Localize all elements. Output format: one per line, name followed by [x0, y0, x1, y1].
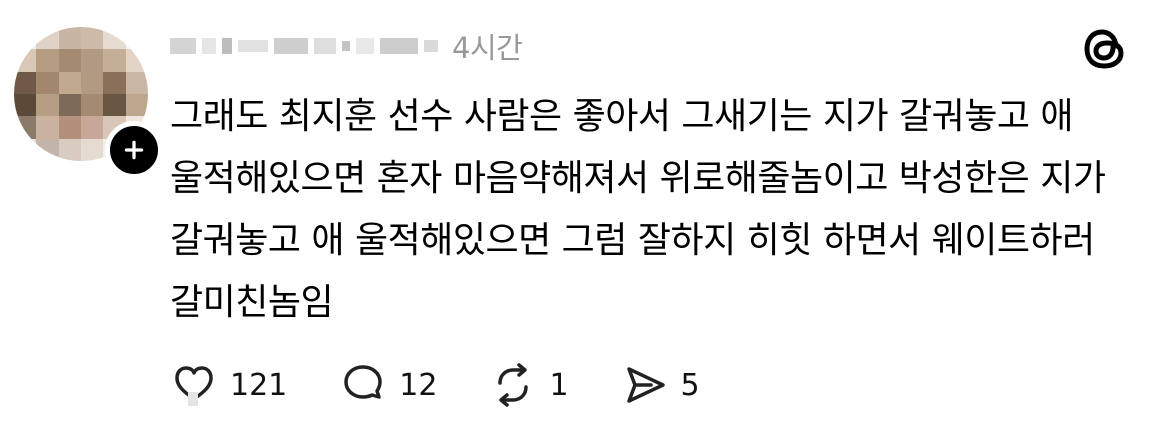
- comment-icon: [344, 365, 383, 399]
- repost-icon: [498, 363, 529, 407]
- threads-logo-icon[interactable]: [1080, 24, 1130, 74]
- repost-count: 1: [549, 367, 569, 403]
- like-count: 121: [230, 367, 288, 403]
- username[interactable]: [170, 38, 438, 54]
- follow-button[interactable]: [105, 121, 163, 179]
- plus-icon: [124, 140, 144, 160]
- avatar-container[interactable]: [14, 27, 163, 179]
- share-button[interactable]: 5: [621, 361, 700, 409]
- heart-icon: [175, 366, 213, 406]
- send-icon: [626, 367, 665, 403]
- share-count: 5: [680, 367, 700, 403]
- post-header: 4시간: [170, 25, 523, 67]
- post-text: 그래도 최지훈 선수 사람은 좋아서 그새기는 지가 갈궈놓고 애 울적해있으면…: [170, 96, 1106, 323]
- like-button[interactable]: 121: [170, 361, 287, 409]
- repost-button[interactable]: 1: [489, 361, 569, 409]
- action-bar: 121 12 1 5: [170, 360, 752, 410]
- reply-button[interactable]: 12: [339, 361, 437, 409]
- reply-count: 12: [399, 367, 438, 403]
- post-timestamp[interactable]: 4시간: [452, 25, 523, 67]
